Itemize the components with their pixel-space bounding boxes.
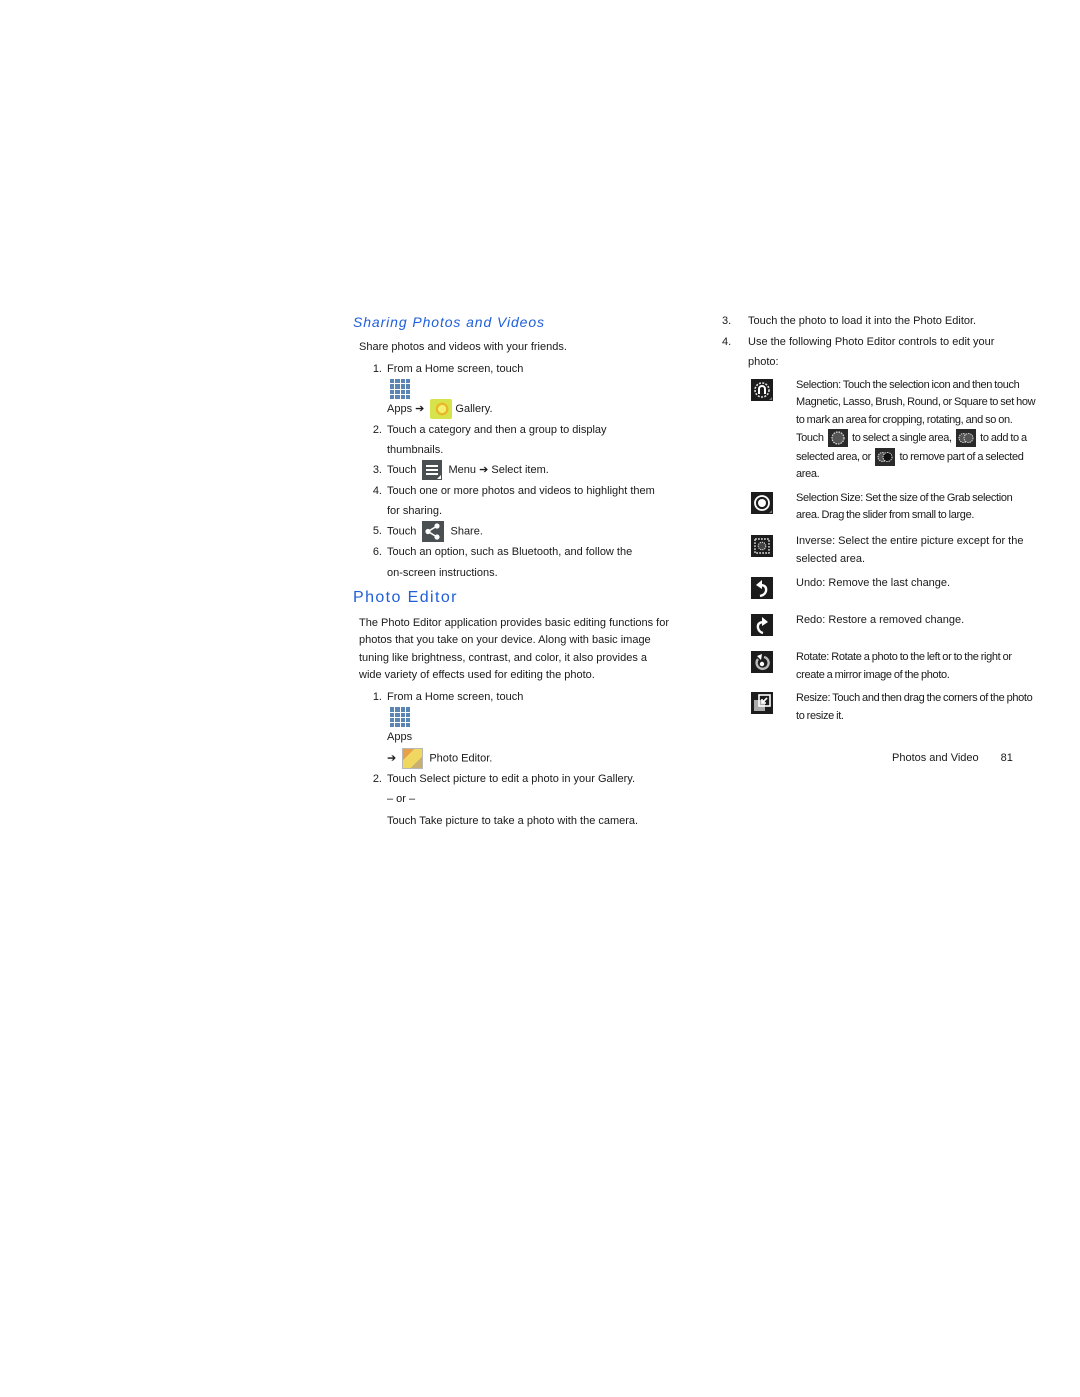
sharing-heading: Sharing Photos and Videos — [353, 314, 545, 330]
page-number: 81 — [1000, 752, 1013, 764]
sharing-step-4: 4. Touch one or more photos and videos t… — [372, 484, 655, 518]
sharing-step-6: 6. Touch an option, such as Bluetooth, a… — [372, 546, 633, 579]
tool-redo: Redo: Restore a removed change. — [751, 612, 1037, 637]
sharing-intro: Share photos and videos with your friend… — [359, 341, 567, 353]
photo-editor-heading: Photo Editor — [353, 588, 458, 606]
tool-inverse: Inverse: Select the entire picture excep… — [751, 533, 1037, 568]
editor-step-4: 4. Use the following Photo Editor contro… — [722, 335, 995, 369]
arrow-icon: ➔ — [479, 464, 489, 477]
inverse-icon — [751, 535, 773, 558]
single-area-icon — [827, 429, 848, 448]
editor-step-3: 3. Touch the photo to load it into the P… — [722, 315, 977, 327]
footer-section: Photos and Video — [892, 752, 979, 764]
share-icon — [422, 521, 445, 543]
apps-icon — [390, 707, 410, 728]
sharing-step-5: 5. Touch Share. — [353, 521, 683, 543]
menu-icon — [422, 460, 443, 481]
tool-resize: Resize: Touch and then drag the corners … — [751, 690, 1037, 725]
rotate-icon — [751, 651, 773, 674]
gallery-icon — [430, 399, 453, 420]
tool-selection-size: Selection Size: Set the size of the Grab… — [751, 490, 1037, 525]
resize-icon — [751, 692, 773, 715]
tool-selection: Selection: Touch the selection icon and … — [751, 377, 1037, 484]
sharing-step-3: 3. Touch Menu ➔ Select item. — [353, 460, 683, 481]
manual-page: Sharing Photos and Videos Share photos a… — [0, 0, 1080, 1397]
redo-icon — [751, 614, 773, 637]
remove-area-icon — [875, 447, 896, 466]
page-footer: Photos and Video 81 — [892, 751, 1013, 765]
tool-rotate: Rotate: Rotate a photo to the left or to… — [751, 649, 1037, 684]
selection-icon — [751, 378, 773, 401]
editor-step-2: 2. Touch Select picture to edit a photo … — [353, 769, 683, 832]
apps-icon — [390, 379, 410, 400]
sharing-step-1: 1. From a Home screen, touch Apps ➔ Gall… — [353, 359, 683, 420]
undo-icon — [751, 577, 773, 600]
tool-undo: Undo: Remove the last change. — [751, 575, 1037, 600]
selection-size-icon — [751, 491, 773, 514]
arrow-icon: ➔ — [387, 752, 397, 765]
sharing-step-2: 2. Touch a category and then a group to … — [372, 423, 607, 457]
photo-editor-intro: The Photo Editor application provides ba… — [359, 616, 670, 682]
arrow-icon: ➔ — [415, 403, 425, 416]
editor-step-1: 1. From a Home screen, touch Apps ➔ Phot… — [353, 687, 683, 769]
add-area-icon — [955, 429, 976, 448]
left-column: Sharing Photos and Videos Share photos a… — [353, 312, 683, 831]
or-separator: – or – — [387, 793, 416, 806]
photo-editor-icon — [402, 747, 424, 769]
right-column: 3. Touch the photo to load it into the P… — [722, 312, 1037, 726]
